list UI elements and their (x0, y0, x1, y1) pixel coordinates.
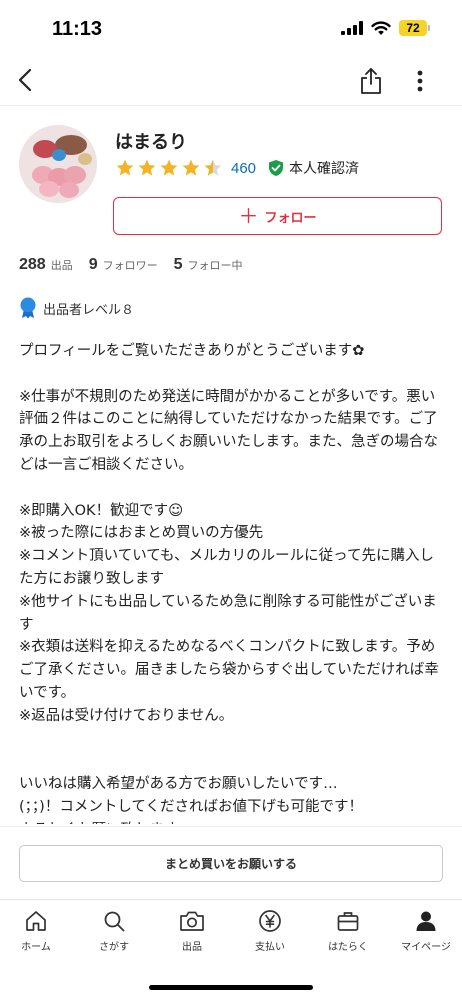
tab-bar: ホーム さがす 出品 支払い はたらく マイページ (0, 899, 462, 999)
more-options-button[interactable] (405, 64, 435, 98)
battery-tip (428, 25, 430, 31)
tab-home[interactable]: ホーム (5, 908, 67, 953)
stat-count: 5 (173, 256, 183, 273)
status-time: 11:13 (52, 18, 103, 40)
seller-level-label: 出品者レベル８ (43, 302, 135, 318)
share-button[interactable] (356, 64, 386, 98)
stat-following[interactable]: 5 フォロー中 (174, 256, 243, 274)
tab-label: 出品 (182, 942, 202, 953)
follow-label: フォロー (264, 210, 317, 226)
verified-shield-icon (269, 160, 284, 176)
stat-count: 288 (19, 256, 46, 273)
tab-sell[interactable]: 出品 (161, 908, 223, 953)
person-icon (413, 908, 439, 934)
rating-count[interactable]: 460 (231, 160, 256, 177)
profile-bio: プロフィールをご覧いただきありがとうございます✿ ※仕事が不規則のため発送に時間… (19, 343, 439, 824)
tab-label: さがす (99, 942, 129, 953)
bulk-buy-button[interactable]: まとめ買いをお願いする (19, 845, 443, 882)
wifi-icon (371, 20, 391, 35)
home-icon (23, 908, 49, 934)
rating-row[interactable]: 460 本人確認済 (115, 157, 359, 179)
tab-label: はたらく (328, 942, 368, 953)
star-icon (182, 159, 200, 176)
tab-search[interactable]: さがす (83, 908, 145, 953)
avatar-image (19, 125, 97, 203)
camera-icon (179, 908, 205, 934)
stat-count: 9 (88, 256, 98, 273)
star-rating (115, 158, 223, 178)
battery-icon: 72 (399, 20, 430, 36)
stat-label: フォロワー (102, 259, 158, 272)
stat-listings[interactable]: 288 出品 (19, 256, 73, 274)
yen-icon (257, 908, 283, 934)
stats-row: 288 出品 9 フォロワー 5 フォロー中 (19, 256, 259, 274)
more-vertical-icon (417, 70, 423, 92)
cellular-signal-icon (341, 21, 363, 35)
stat-followers[interactable]: 9 フォロワー (89, 256, 158, 274)
tab-work[interactable]: はたらく (317, 908, 379, 953)
star-icon (138, 159, 156, 176)
verified-label: 本人確認済 (289, 161, 360, 177)
verified-badge: 本人確認済 (268, 158, 359, 178)
seller-level[interactable]: 出品者レベル８ (19, 297, 134, 319)
tab-label: ホーム (21, 942, 51, 953)
stat-label: 出品 (50, 259, 73, 272)
briefcase-icon (335, 908, 361, 934)
tab-payment[interactable]: 支払い (239, 908, 301, 953)
share-icon (361, 68, 381, 94)
star-icon (116, 159, 134, 176)
tab-mypage[interactable]: マイページ (395, 908, 457, 953)
back-button[interactable] (10, 64, 40, 96)
home-indicator (149, 985, 313, 990)
search-icon (101, 908, 127, 934)
battery-level: 72 (399, 20, 427, 36)
half-star-icon (204, 159, 222, 176)
level-badge-icon (20, 297, 36, 319)
chevron-left-icon (18, 68, 32, 92)
star-icon (160, 159, 178, 176)
nav-bar (0, 56, 462, 106)
status-bar: 11:13 72 (0, 0, 462, 56)
profile-name: はまるり (115, 132, 187, 153)
status-indicators: 72 (341, 20, 430, 36)
follow-button[interactable]: ＋ フォロー (113, 197, 442, 235)
tab-label: マイページ (401, 942, 451, 953)
tab-label: 支払い (255, 942, 285, 953)
plus-icon: ＋ (238, 204, 259, 228)
avatar[interactable] (19, 125, 97, 203)
divider (0, 826, 462, 827)
stat-label: フォロー中 (187, 259, 243, 272)
